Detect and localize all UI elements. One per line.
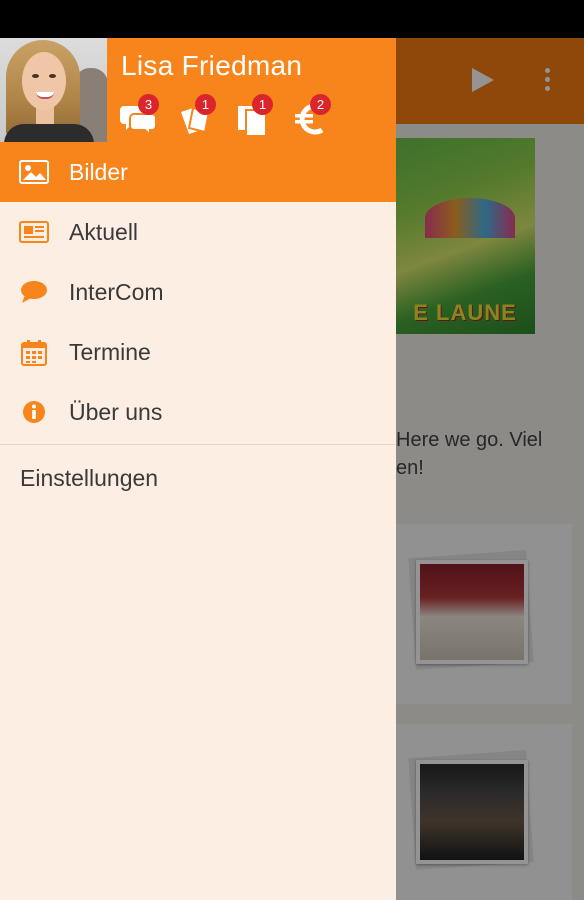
tickets-icon[interactable]: 1 bbox=[175, 94, 219, 138]
menu-item-label: InterCom bbox=[69, 279, 164, 305]
avatar-face bbox=[22, 52, 66, 110]
badge-count: 3 bbox=[138, 94, 159, 115]
avatar-eye bbox=[49, 74, 56, 78]
menu-item-label: Bilder bbox=[69, 159, 128, 185]
navigation-drawer: Lisa Friedman 3 1 1 2 Bilder Aktuell Int… bbox=[0, 38, 396, 900]
newspaper-icon bbox=[19, 220, 49, 244]
chat-bubbles-icon[interactable]: 3 bbox=[118, 94, 162, 138]
drawer-header: Lisa Friedman 3 1 1 2 bbox=[0, 38, 396, 142]
menu-item-bilder[interactable]: Bilder bbox=[0, 142, 396, 202]
menu-item-aktuell[interactable]: Aktuell bbox=[0, 202, 396, 262]
documents-icon[interactable]: 1 bbox=[232, 94, 276, 138]
info-icon bbox=[19, 400, 49, 424]
badge-count: 1 bbox=[252, 94, 273, 115]
settings-label: Einstellungen bbox=[20, 465, 159, 491]
header-icon-row: 3 1 1 2 bbox=[118, 94, 388, 138]
avatar[interactable] bbox=[0, 38, 107, 142]
menu-item-intercom[interactable]: InterCom bbox=[0, 262, 396, 322]
calendar-icon bbox=[19, 340, 49, 366]
avatar-shirt bbox=[4, 124, 94, 142]
menu-item-termine[interactable]: Termine bbox=[0, 322, 396, 382]
chat-bubble-icon bbox=[19, 280, 49, 304]
menu-item-ueber-uns[interactable]: Über uns bbox=[0, 382, 396, 442]
euro-icon[interactable]: 2 bbox=[290, 94, 334, 138]
drawer-menu: Bilder Aktuell InterCom Termine Über uns… bbox=[0, 142, 396, 509]
menu-item-label: Aktuell bbox=[69, 219, 139, 245]
badge-count: 1 bbox=[195, 94, 216, 115]
status-bar bbox=[0, 0, 584, 38]
image-icon bbox=[19, 160, 49, 184]
menu-item-label: Über uns bbox=[69, 399, 163, 425]
menu-item-einstellungen[interactable]: Einstellungen bbox=[0, 445, 396, 509]
menu-item-label: Termine bbox=[69, 339, 151, 365]
avatar-eye bbox=[32, 74, 39, 78]
user-name: Lisa Friedman bbox=[121, 50, 303, 81]
badge-count: 2 bbox=[310, 94, 331, 115]
